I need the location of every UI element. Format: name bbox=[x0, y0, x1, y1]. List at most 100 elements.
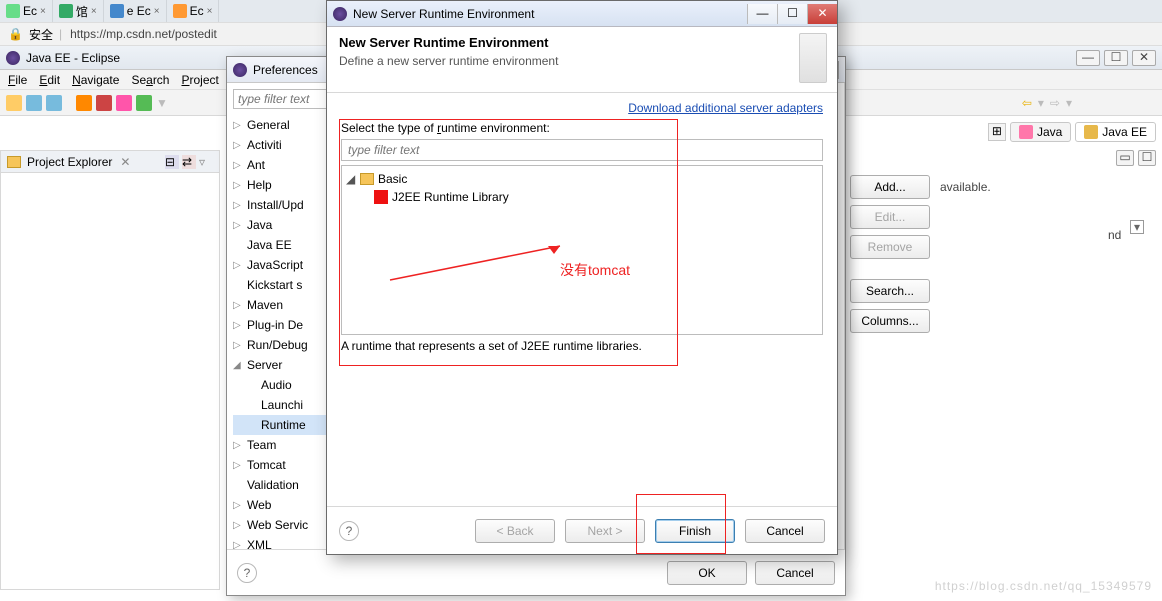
close-icon[interactable]: × bbox=[154, 6, 160, 17]
watermark: https://blog.csdn.net/qq_15349579 bbox=[935, 579, 1152, 593]
partial-text: nd bbox=[1108, 228, 1121, 242]
runtime-filter-input[interactable] bbox=[341, 139, 823, 161]
expand-icon[interactable]: ▷ bbox=[233, 460, 243, 471]
back-icon[interactable]: ⇦ bbox=[1022, 96, 1032, 110]
tree-label: Install/Upd bbox=[247, 198, 304, 212]
javaee-icon bbox=[1084, 125, 1098, 139]
cancel-button[interactable]: Cancel bbox=[755, 561, 835, 585]
help-icon[interactable]: ? bbox=[339, 521, 359, 541]
minimize-button[interactable]: — bbox=[1076, 50, 1100, 66]
help-icon[interactable]: ? bbox=[237, 563, 257, 583]
tree-label: Audio bbox=[261, 378, 292, 392]
new-icon[interactable] bbox=[6, 95, 22, 111]
view-maximize-icon[interactable]: ☐ bbox=[1138, 150, 1156, 166]
expand-icon[interactable]: ▷ bbox=[233, 300, 243, 311]
menu-project[interactable]: Project bbox=[181, 73, 218, 87]
folder-icon bbox=[7, 156, 21, 168]
nav-history: ⇦▾ ⇨▾ bbox=[1022, 90, 1072, 116]
wizard-header: New Server Runtime Environment Define a … bbox=[327, 27, 837, 93]
save-all-icon[interactable] bbox=[46, 95, 62, 111]
cancel-button[interactable]: Cancel bbox=[745, 519, 825, 543]
edit-button[interactable]: Edit... bbox=[850, 205, 930, 229]
maximize-button[interactable]: ☐ bbox=[777, 4, 807, 24]
browser-tab[interactable]: e Ec× bbox=[104, 0, 167, 22]
close-button[interactable]: ✕ bbox=[807, 4, 837, 24]
wizard-body: Download additional server adapters Sele… bbox=[327, 93, 837, 506]
favicon-icon bbox=[6, 4, 20, 18]
server-icon bbox=[799, 33, 827, 83]
link-editor-icon[interactable]: ⇄ bbox=[182, 155, 196, 169]
open-perspective-icon[interactable]: ⊞ bbox=[988, 123, 1006, 141]
save-icon[interactable] bbox=[26, 95, 42, 111]
dropdown-icon[interactable]: ▾ bbox=[1130, 220, 1144, 234]
tree-label: Kickstart s bbox=[247, 278, 302, 292]
maximize-button[interactable]: ☐ bbox=[1104, 50, 1128, 66]
tab-label: e Ec bbox=[127, 4, 151, 18]
view-minimize-icon[interactable]: ▭ bbox=[1116, 150, 1134, 166]
expand-icon[interactable]: ▷ bbox=[233, 180, 243, 191]
tree-label: Java EE bbox=[247, 238, 292, 252]
ext-icon[interactable] bbox=[116, 95, 132, 111]
tree-label: Validation bbox=[247, 478, 299, 492]
expand-icon[interactable]: ▷ bbox=[233, 220, 243, 231]
expand-icon[interactable]: ▷ bbox=[233, 160, 243, 171]
tree-row-j2ee[interactable]: J2EE Runtime Library bbox=[346, 188, 818, 206]
menu-navigate[interactable]: Navigate bbox=[72, 73, 119, 87]
expand-icon[interactable]: ▷ bbox=[233, 440, 243, 451]
window-title: Java EE - Eclipse bbox=[26, 51, 120, 65]
browser-tab[interactable]: Ec× bbox=[0, 0, 53, 22]
back-button[interactable]: < Back bbox=[475, 519, 555, 543]
download-adapters-link[interactable]: Download additional server adapters bbox=[341, 101, 823, 115]
perspective-java[interactable]: Java bbox=[1010, 122, 1071, 142]
expand-icon[interactable]: ▷ bbox=[233, 140, 243, 151]
view-menu-icon[interactable]: ▿ bbox=[199, 155, 213, 169]
menu-edit[interactable]: Edit bbox=[39, 73, 60, 87]
expand-icon[interactable]: ▷ bbox=[233, 120, 243, 131]
server-icon[interactable] bbox=[136, 95, 152, 111]
expand-icon[interactable]: ▷ bbox=[233, 260, 243, 271]
forward-icon[interactable]: ⇨ bbox=[1050, 96, 1060, 110]
close-icon[interactable]: × bbox=[91, 6, 97, 17]
collapse-all-icon[interactable]: ⊟ bbox=[165, 155, 179, 169]
remove-button[interactable]: Remove bbox=[850, 235, 930, 259]
wizard-header-title: New Server Runtime Environment bbox=[339, 35, 825, 50]
tab-label: Ec bbox=[23, 4, 37, 18]
tree-label: Maven bbox=[247, 298, 283, 312]
perspective-label: Java bbox=[1037, 125, 1062, 139]
browser-tab[interactable]: 馆× bbox=[53, 0, 104, 22]
new-server-runtime-wizard: New Server Runtime Environment — ☐ ✕ New… bbox=[326, 0, 838, 555]
menu-search[interactable]: Search bbox=[131, 73, 169, 87]
expand-icon[interactable]: ▷ bbox=[233, 320, 243, 331]
close-icon[interactable]: × bbox=[207, 6, 213, 17]
next-button[interactable]: Next > bbox=[565, 519, 645, 543]
ok-button[interactable]: OK bbox=[667, 561, 747, 585]
run-icon[interactable] bbox=[96, 95, 112, 111]
close-icon[interactable]: ✕ bbox=[120, 155, 130, 169]
menu-file[interactable]: File bbox=[8, 73, 27, 87]
add-button[interactable]: Add... bbox=[850, 175, 930, 199]
perspective-javaee[interactable]: Java EE bbox=[1075, 122, 1156, 142]
tree-row-basic[interactable]: ◢ Basic bbox=[346, 170, 818, 188]
columns-button[interactable]: Columns... bbox=[850, 309, 930, 333]
wizard-title-bar[interactable]: New Server Runtime Environment — ☐ ✕ bbox=[327, 1, 837, 27]
expand-icon[interactable]: ◢ bbox=[233, 360, 243, 371]
debug-icon[interactable] bbox=[76, 95, 92, 111]
expand-icon[interactable]: ◢ bbox=[346, 172, 356, 186]
tree-label: Team bbox=[247, 438, 276, 452]
expand-icon[interactable]: ▷ bbox=[233, 520, 243, 531]
close-icon[interactable]: × bbox=[40, 6, 46, 17]
eclipse-icon bbox=[233, 63, 247, 77]
close-button[interactable]: ✕ bbox=[1132, 50, 1156, 66]
preferences-title: Preferences bbox=[253, 63, 318, 77]
expand-icon[interactable]: ▷ bbox=[233, 340, 243, 351]
finish-button[interactable]: Finish bbox=[655, 519, 735, 543]
view-title: Project Explorer bbox=[27, 155, 112, 169]
expand-icon[interactable]: ▷ bbox=[233, 200, 243, 211]
runtime-tree[interactable]: ◢ Basic J2EE Runtime Library bbox=[341, 165, 823, 335]
search-button[interactable]: Search... bbox=[850, 279, 930, 303]
minimize-button[interactable]: — bbox=[747, 4, 777, 24]
tree-label: XML bbox=[247, 538, 272, 549]
expand-icon[interactable]: ▷ bbox=[233, 500, 243, 511]
browser-tab[interactable]: Ec× bbox=[167, 0, 220, 22]
expand-icon[interactable]: ▷ bbox=[233, 540, 243, 550]
